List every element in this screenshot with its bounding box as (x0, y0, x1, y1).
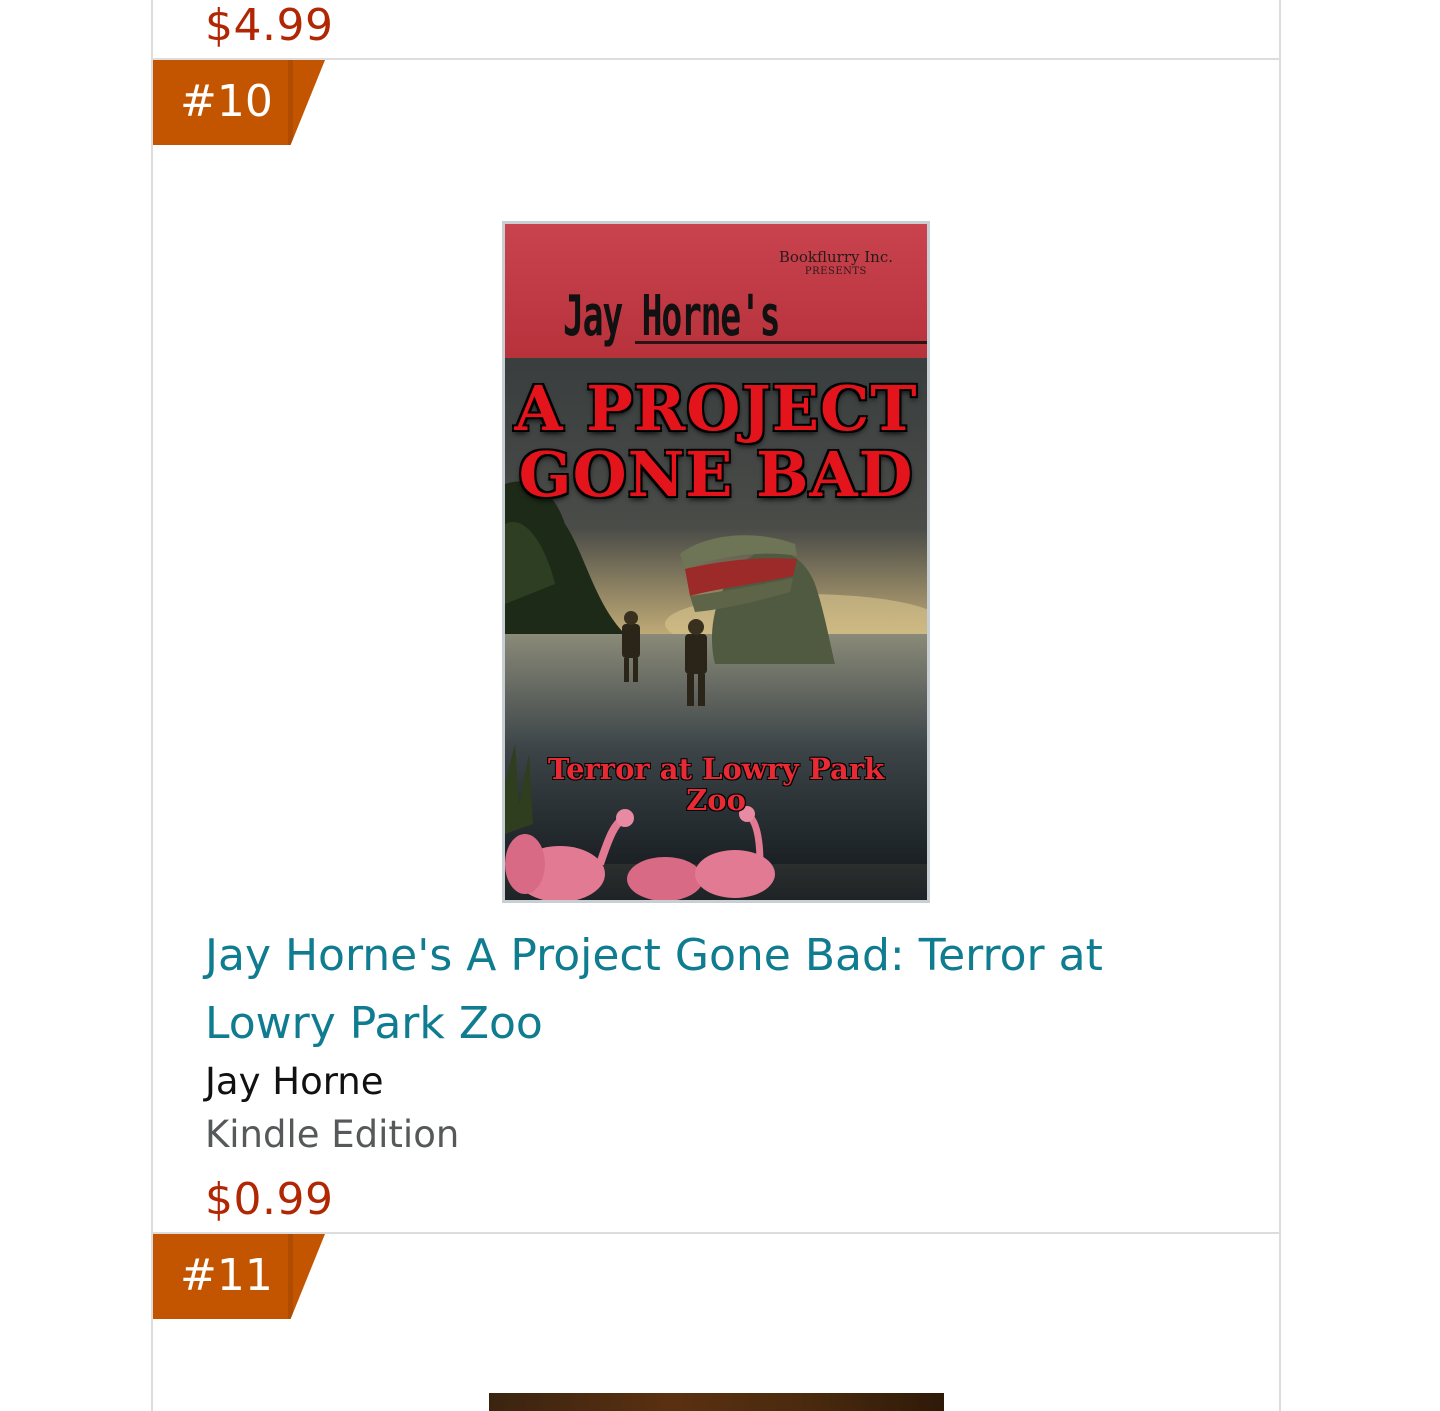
publisher-name: Bookflurry Inc. (778, 248, 893, 266)
item-divider (151, 58, 1281, 60)
badge-fold (288, 1234, 293, 1319)
cover-subtitle-line-2: Zoo (686, 783, 746, 817)
cover-subtitle: Terror at Lowry Park Zoo (505, 754, 927, 816)
book-cover-image[interactable]: Bookflurry Inc. PRESENTS Jay Horne's A P… (502, 221, 930, 903)
cover-title-line-2: GONE BAD (518, 438, 914, 511)
item-divider (151, 1232, 1281, 1234)
cover-subtitle-line-1: Terror at Lowry Park (547, 752, 885, 786)
book-price: $0.99 (205, 1174, 334, 1225)
previous-item-price: $4.99 (205, 0, 334, 51)
book-format: Kindle Edition (205, 1113, 460, 1156)
book-title-link[interactable]: Jay Horne's A Project Gone Bad: Terror a… (205, 922, 1135, 1058)
badge-fold (288, 60, 293, 145)
publisher-presents: PRESENTS (804, 265, 867, 277)
cover-publisher: Bookflurry Inc. PRESENTS (779, 249, 893, 277)
rank-label: #10 (180, 76, 273, 127)
book-author: Jay Horne (205, 1060, 384, 1103)
cover-title: A PROJECT GONE BAD (505, 376, 927, 508)
rank-label: #11 (180, 1250, 273, 1301)
cover-title-line-1: A PROJECT (514, 372, 918, 445)
next-book-cover-image[interactable] (489, 1393, 944, 1411)
cover-author-line: Jay Horne's (563, 284, 781, 349)
